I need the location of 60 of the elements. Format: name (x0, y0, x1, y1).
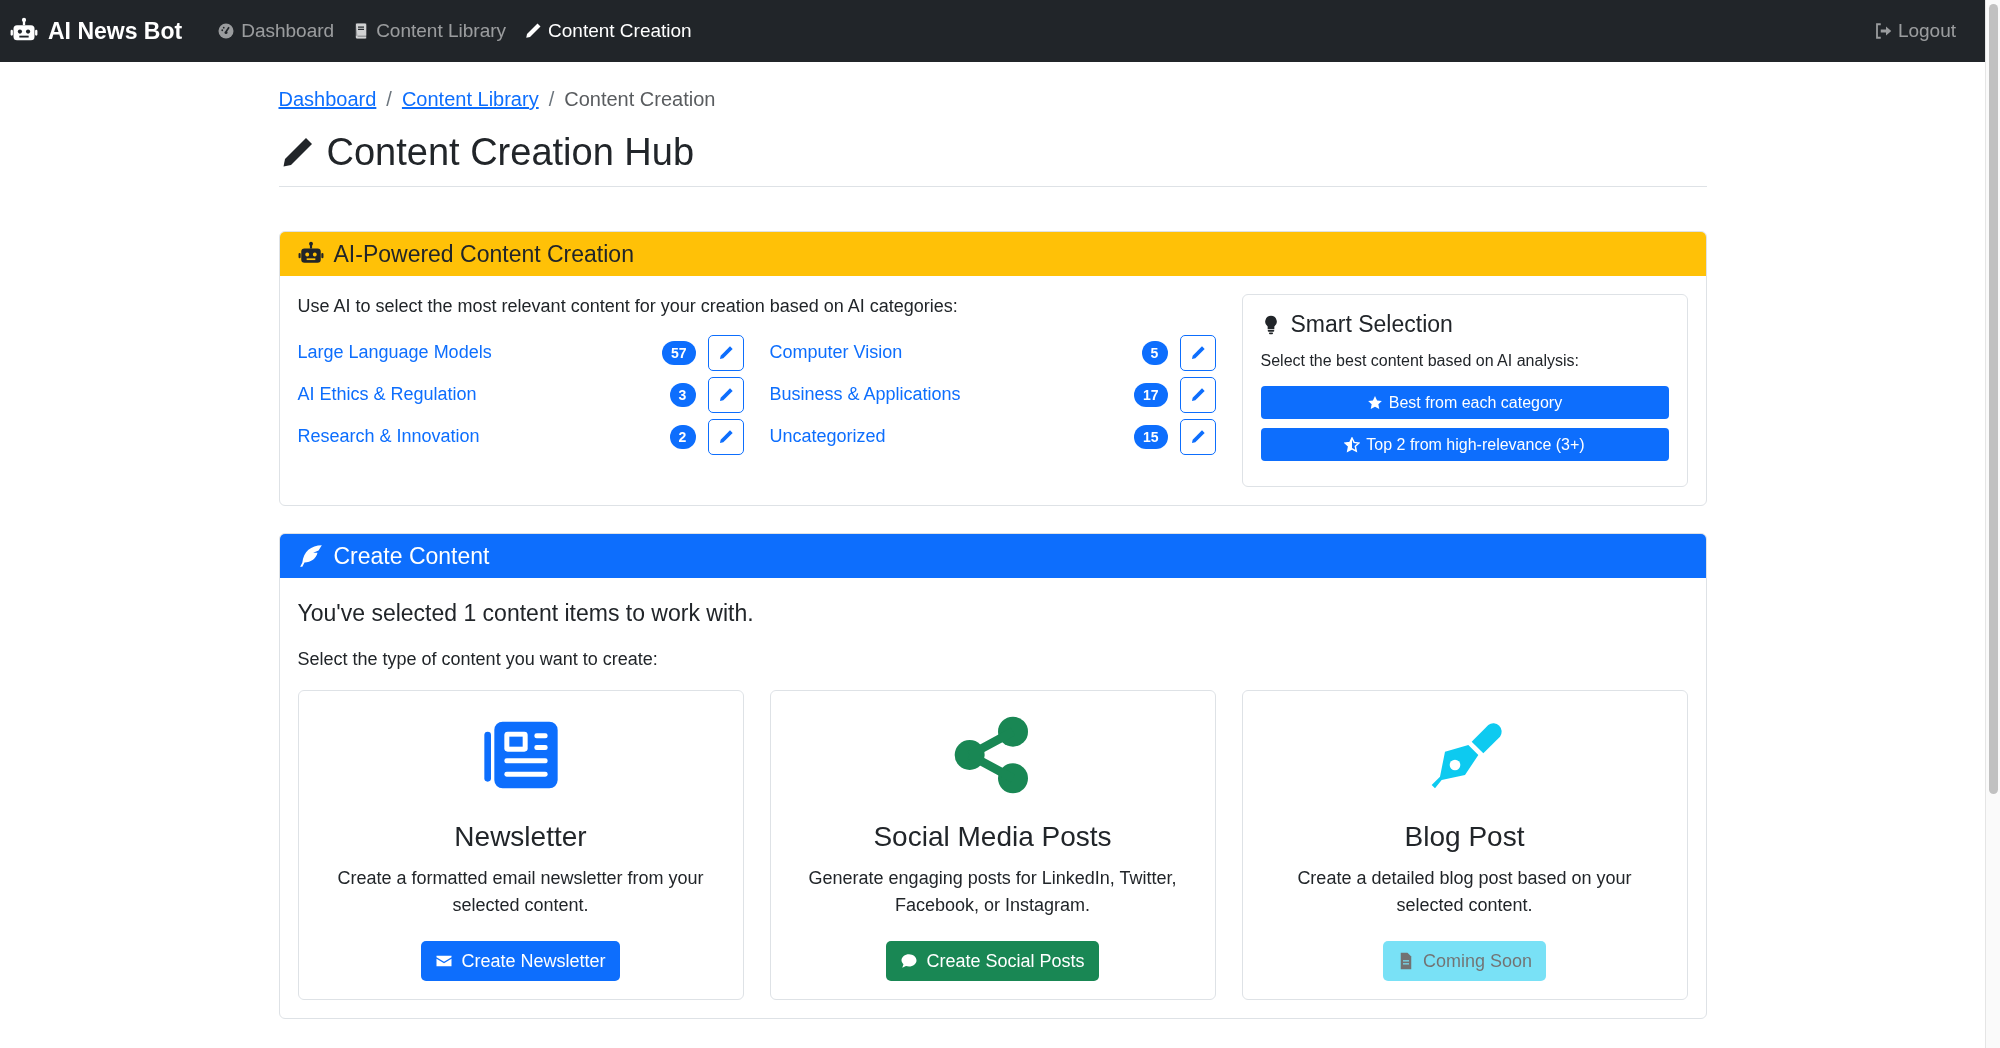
logout-link[interactable]: Logout (1864, 12, 1965, 50)
option-description: Generate engaging posts for LinkedIn, Twitter, Facebook, or Instagram. (807, 867, 1178, 917)
breadcrumb-link[interactable]: Content Library (401, 88, 539, 111)
page-title: Content Creation Hub (326, 131, 695, 174)
pencil-icon (717, 386, 734, 403)
count-badge: 5 (1141, 340, 1168, 365)
pencil-icon (524, 22, 543, 40)
category-link[interactable]: Computer Vision (769, 342, 1130, 363)
intro-text: Use AI to select the most relevant content for your creation based on AI categories: (297, 296, 959, 317)
category-link[interactable]: Uncategorized (769, 426, 1122, 447)
category-link[interactable]: Research & Innovation (297, 426, 658, 447)
count-badge: 15 (1133, 424, 1168, 449)
star-icon (1366, 394, 1383, 411)
chat-icon (900, 952, 919, 970)
nav-link[interactable]: Content Library (343, 12, 516, 50)
option-description: Create a formatted email newsletter from your selected content. (336, 867, 705, 917)
pencil-icon (1189, 428, 1206, 445)
card-title: AI-Powered Content Creation (333, 240, 634, 268)
panel-title: Smart Selection (1290, 311, 1453, 338)
count-badge: 3 (669, 382, 696, 407)
edit-button[interactable] (1179, 418, 1216, 455)
create-button[interactable]: Create Newsletter (421, 941, 620, 981)
scrollbar-thumb[interactable] (1988, 4, 1998, 794)
category-link[interactable]: Business & Applications (769, 384, 1122, 405)
breadcrumb-separator: / (548, 88, 555, 111)
breadcrumb-separator: / (386, 88, 392, 111)
nav-link[interactable]: Dashboard (208, 12, 344, 50)
panel-text: Select the best content based on AI analysis: (1260, 352, 1580, 370)
count-badge: 2 (669, 424, 696, 449)
pencil-icon (717, 344, 734, 361)
prompt-text: Select the type of content you want to create: (297, 649, 659, 670)
create-button[interactable]: Create Social Posts (886, 941, 1099, 981)
count-badge: 17 (1133, 382, 1168, 407)
edit-button[interactable] (707, 334, 744, 371)
nav-link[interactable]: Content Creation (515, 12, 701, 50)
logout-icon (1873, 22, 1892, 40)
category-link[interactable]: AI Ethics & Regulation (297, 384, 658, 405)
selection-button[interactable]: Top 2 from high-relevance (3+) (1260, 428, 1669, 461)
card-title: Create Content (333, 542, 490, 570)
option-title: Newsletter (454, 821, 587, 853)
pencil-icon (1189, 386, 1206, 403)
breadcrumb-link[interactable]: Dashboard (278, 88, 377, 111)
option-title: Blog Post (1404, 821, 1525, 853)
selection-button[interactable]: Best from each category (1260, 386, 1669, 419)
count-badge: 57 (661, 340, 696, 365)
option-title: Social Media Posts (873, 821, 1112, 853)
selection-summary: You've selected 1 content items to work with. (297, 600, 755, 627)
gauge-icon (217, 22, 236, 40)
category-link[interactable]: Large Language Models (297, 342, 650, 363)
half-star-icon (1344, 436, 1361, 453)
edit-button[interactable] (1179, 376, 1216, 413)
brand-logo[interactable]: AI News Bot (10, 17, 183, 45)
edit-button[interactable] (707, 376, 744, 413)
pencil-icon (1189, 344, 1206, 361)
option-description: Create a detailed blog post based on your selected content. (1296, 867, 1633, 917)
feather-icon (297, 543, 324, 569)
breadcrumb-current: Content Creation (564, 88, 716, 111)
pencil-icon (717, 428, 734, 445)
edit-button[interactable] (707, 418, 744, 455)
edit-button[interactable] (1179, 334, 1216, 371)
